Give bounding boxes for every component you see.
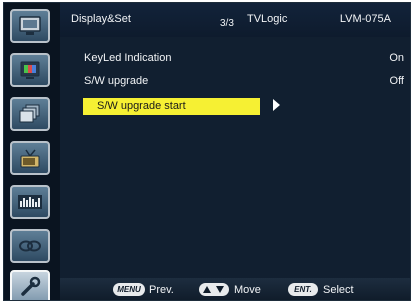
header-bar: Display&Set 3/3 TVLogic LVM-075A [60, 3, 410, 37]
menu-item-label: S/W upgrade [84, 75, 149, 87]
menu-item-value: Off [389, 75, 404, 87]
select-hint: Select [323, 284, 354, 296]
monitor-icon [19, 16, 41, 35]
menu-item-sw-upgrade[interactable]: S/W upgrade Off [84, 75, 410, 91]
osd-menu-window: Display&Set 3/3 TVLogic LVM-075A KeyLed … [3, 2, 411, 301]
menu-item-value: On [389, 52, 404, 64]
model-label: LVM-075A [339, 13, 391, 25]
sidebar-item-settings[interactable] [10, 270, 50, 300]
layers-icon [19, 104, 40, 123]
menu-item-label: KeyLed Indication [84, 52, 172, 64]
antenna-tv-icon [20, 149, 40, 168]
sidebar-item-monitor[interactable] [10, 9, 50, 43]
up-down-key-icon [199, 283, 229, 296]
ent-key-icon: ENT. [288, 283, 318, 296]
arrow-right-icon[interactable] [273, 99, 280, 111]
sidebar-item-audio[interactable] [10, 185, 50, 219]
sidebar-item-layers[interactable] [10, 97, 50, 131]
sidebar-item-color[interactable] [10, 53, 50, 87]
color-display-icon [20, 61, 40, 79]
menu-key-icon: MENU [113, 283, 145, 296]
footer-bar: MENU Prev. Move ENT. Select [60, 278, 410, 300]
move-hint: Move [234, 284, 261, 296]
audio-meter-icon [18, 195, 42, 209]
wrench-icon [21, 276, 41, 296]
main-panel [60, 3, 410, 278]
link-icon [19, 240, 41, 252]
menu-item-keyled-indication[interactable]: KeyLed Indication On [84, 52, 410, 68]
up-down-arrows-icon [203, 286, 224, 293]
page-indicator: 3/3 [220, 18, 234, 29]
sidebar-item-link[interactable] [10, 229, 50, 263]
sidebar [4, 3, 60, 300]
prev-hint: Prev. [149, 284, 174, 296]
sidebar-item-signal[interactable] [10, 141, 50, 175]
section-title: Display&Set [71, 13, 131, 25]
menu-item-sw-upgrade-start[interactable]: S/W upgrade start [83, 98, 260, 115]
brand-label: TVLogic [247, 13, 288, 25]
